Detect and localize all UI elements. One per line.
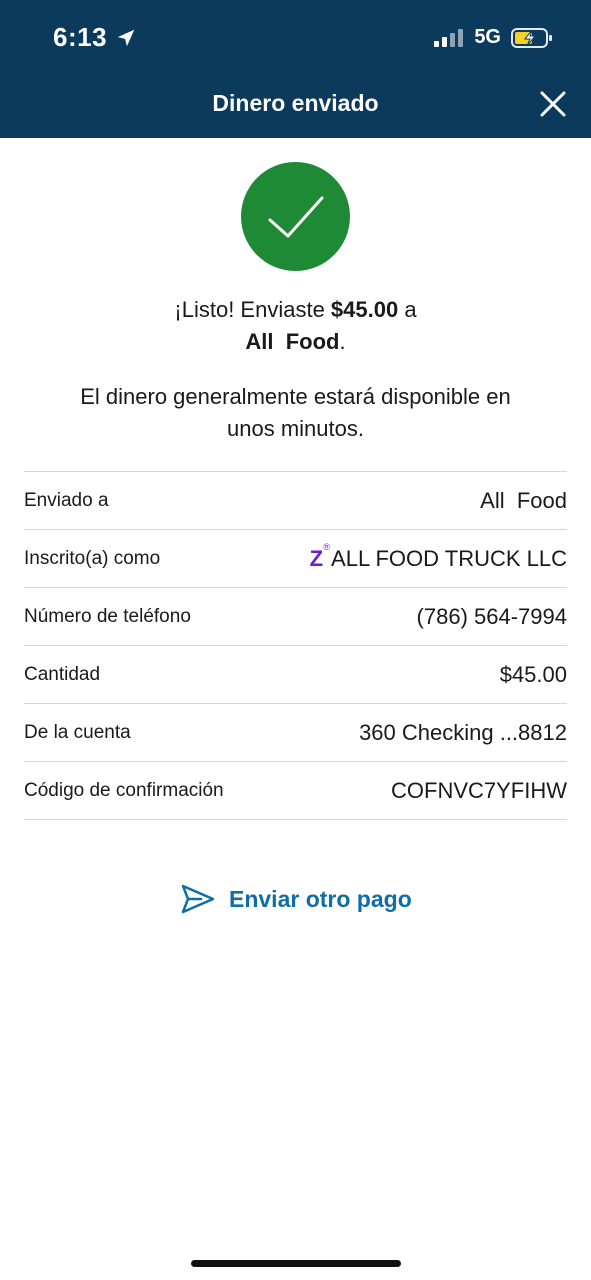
- detail-row-amount: Cantidad $45.00: [24, 646, 567, 704]
- detail-value: COFNVC7YFIHW: [391, 777, 567, 803]
- detail-label: Número de teléfono: [24, 605, 191, 627]
- detail-value: $45.00: [499, 661, 567, 687]
- detail-value: Z ® ALL FOOD TRUCK LLC: [309, 542, 567, 572]
- detail-row-account: De la cuenta 360 Checking ...8812: [24, 704, 567, 762]
- message-prefix: ¡Listo! Enviaste: [174, 297, 331, 322]
- battery-charging-icon: [511, 27, 552, 48]
- availability-note: El dinero generalmente estará disponible…: [80, 384, 511, 441]
- detail-row-phone: Número de teléfono (786) 564-7994: [24, 588, 567, 646]
- network-type: 5G: [474, 26, 501, 48]
- recipient-name: All Food: [245, 329, 340, 354]
- message-connector: a: [398, 297, 417, 322]
- message-suffix: .: [339, 329, 346, 354]
- page-title: Dinero enviado: [212, 90, 379, 116]
- detail-label: De la cuenta: [24, 721, 131, 743]
- zelle-letter: Z: [309, 545, 324, 571]
- send-arrow-icon: [181, 884, 215, 914]
- detail-label: Inscrito(a) como: [24, 547, 161, 569]
- zelle-registered-mark: ®: [323, 541, 331, 552]
- close-icon[interactable]: [537, 88, 569, 120]
- detail-row-confirmation-code: Código de confirmación COFNVC7YFIHW: [24, 762, 567, 820]
- detail-label: Código de confirmación: [24, 779, 224, 801]
- location-arrow-icon: [117, 29, 135, 46]
- detail-value: 360 Checking ...8812: [359, 719, 567, 745]
- checkmark-icon: [268, 196, 323, 237]
- confirmation-message: ¡Listo! Enviaste $45.00 a All Food.: [0, 294, 591, 358]
- detail-label: Cantidad: [24, 663, 101, 685]
- detail-label: Enviado a: [24, 489, 109, 511]
- sent-amount: $45.00: [330, 297, 399, 322]
- send-another-payment-button[interactable]: Enviar otro pago: [181, 884, 412, 914]
- detail-value: (786) 564-7994: [416, 603, 567, 629]
- enrolled-name: ALL FOOD TRUCK LLC: [331, 545, 567, 571]
- details-table: Enviado a All Food Inscrito(a) como Z ® A…: [24, 471, 567, 820]
- detail-value: All Food: [480, 487, 567, 513]
- home-indicator[interactable]: [191, 1260, 401, 1267]
- header-bar: 6:13 5G Dinero enviado: [0, 0, 591, 138]
- zelle-icon: Z ®: [309, 542, 330, 572]
- signal-bars-icon: [434, 28, 464, 47]
- status-time: 6:13: [53, 22, 137, 53]
- success-badge: [241, 162, 350, 271]
- clock-text: 6:13: [53, 22, 108, 52]
- send-another-label: Enviar otro pago: [229, 885, 412, 912]
- detail-row-enrolled-as: Inscrito(a) como Z ® ALL FOOD TRUCK LLC: [24, 530, 567, 588]
- detail-row-sent-to: Enviado a All Food: [24, 472, 567, 530]
- status-icons: 5G: [434, 26, 553, 49]
